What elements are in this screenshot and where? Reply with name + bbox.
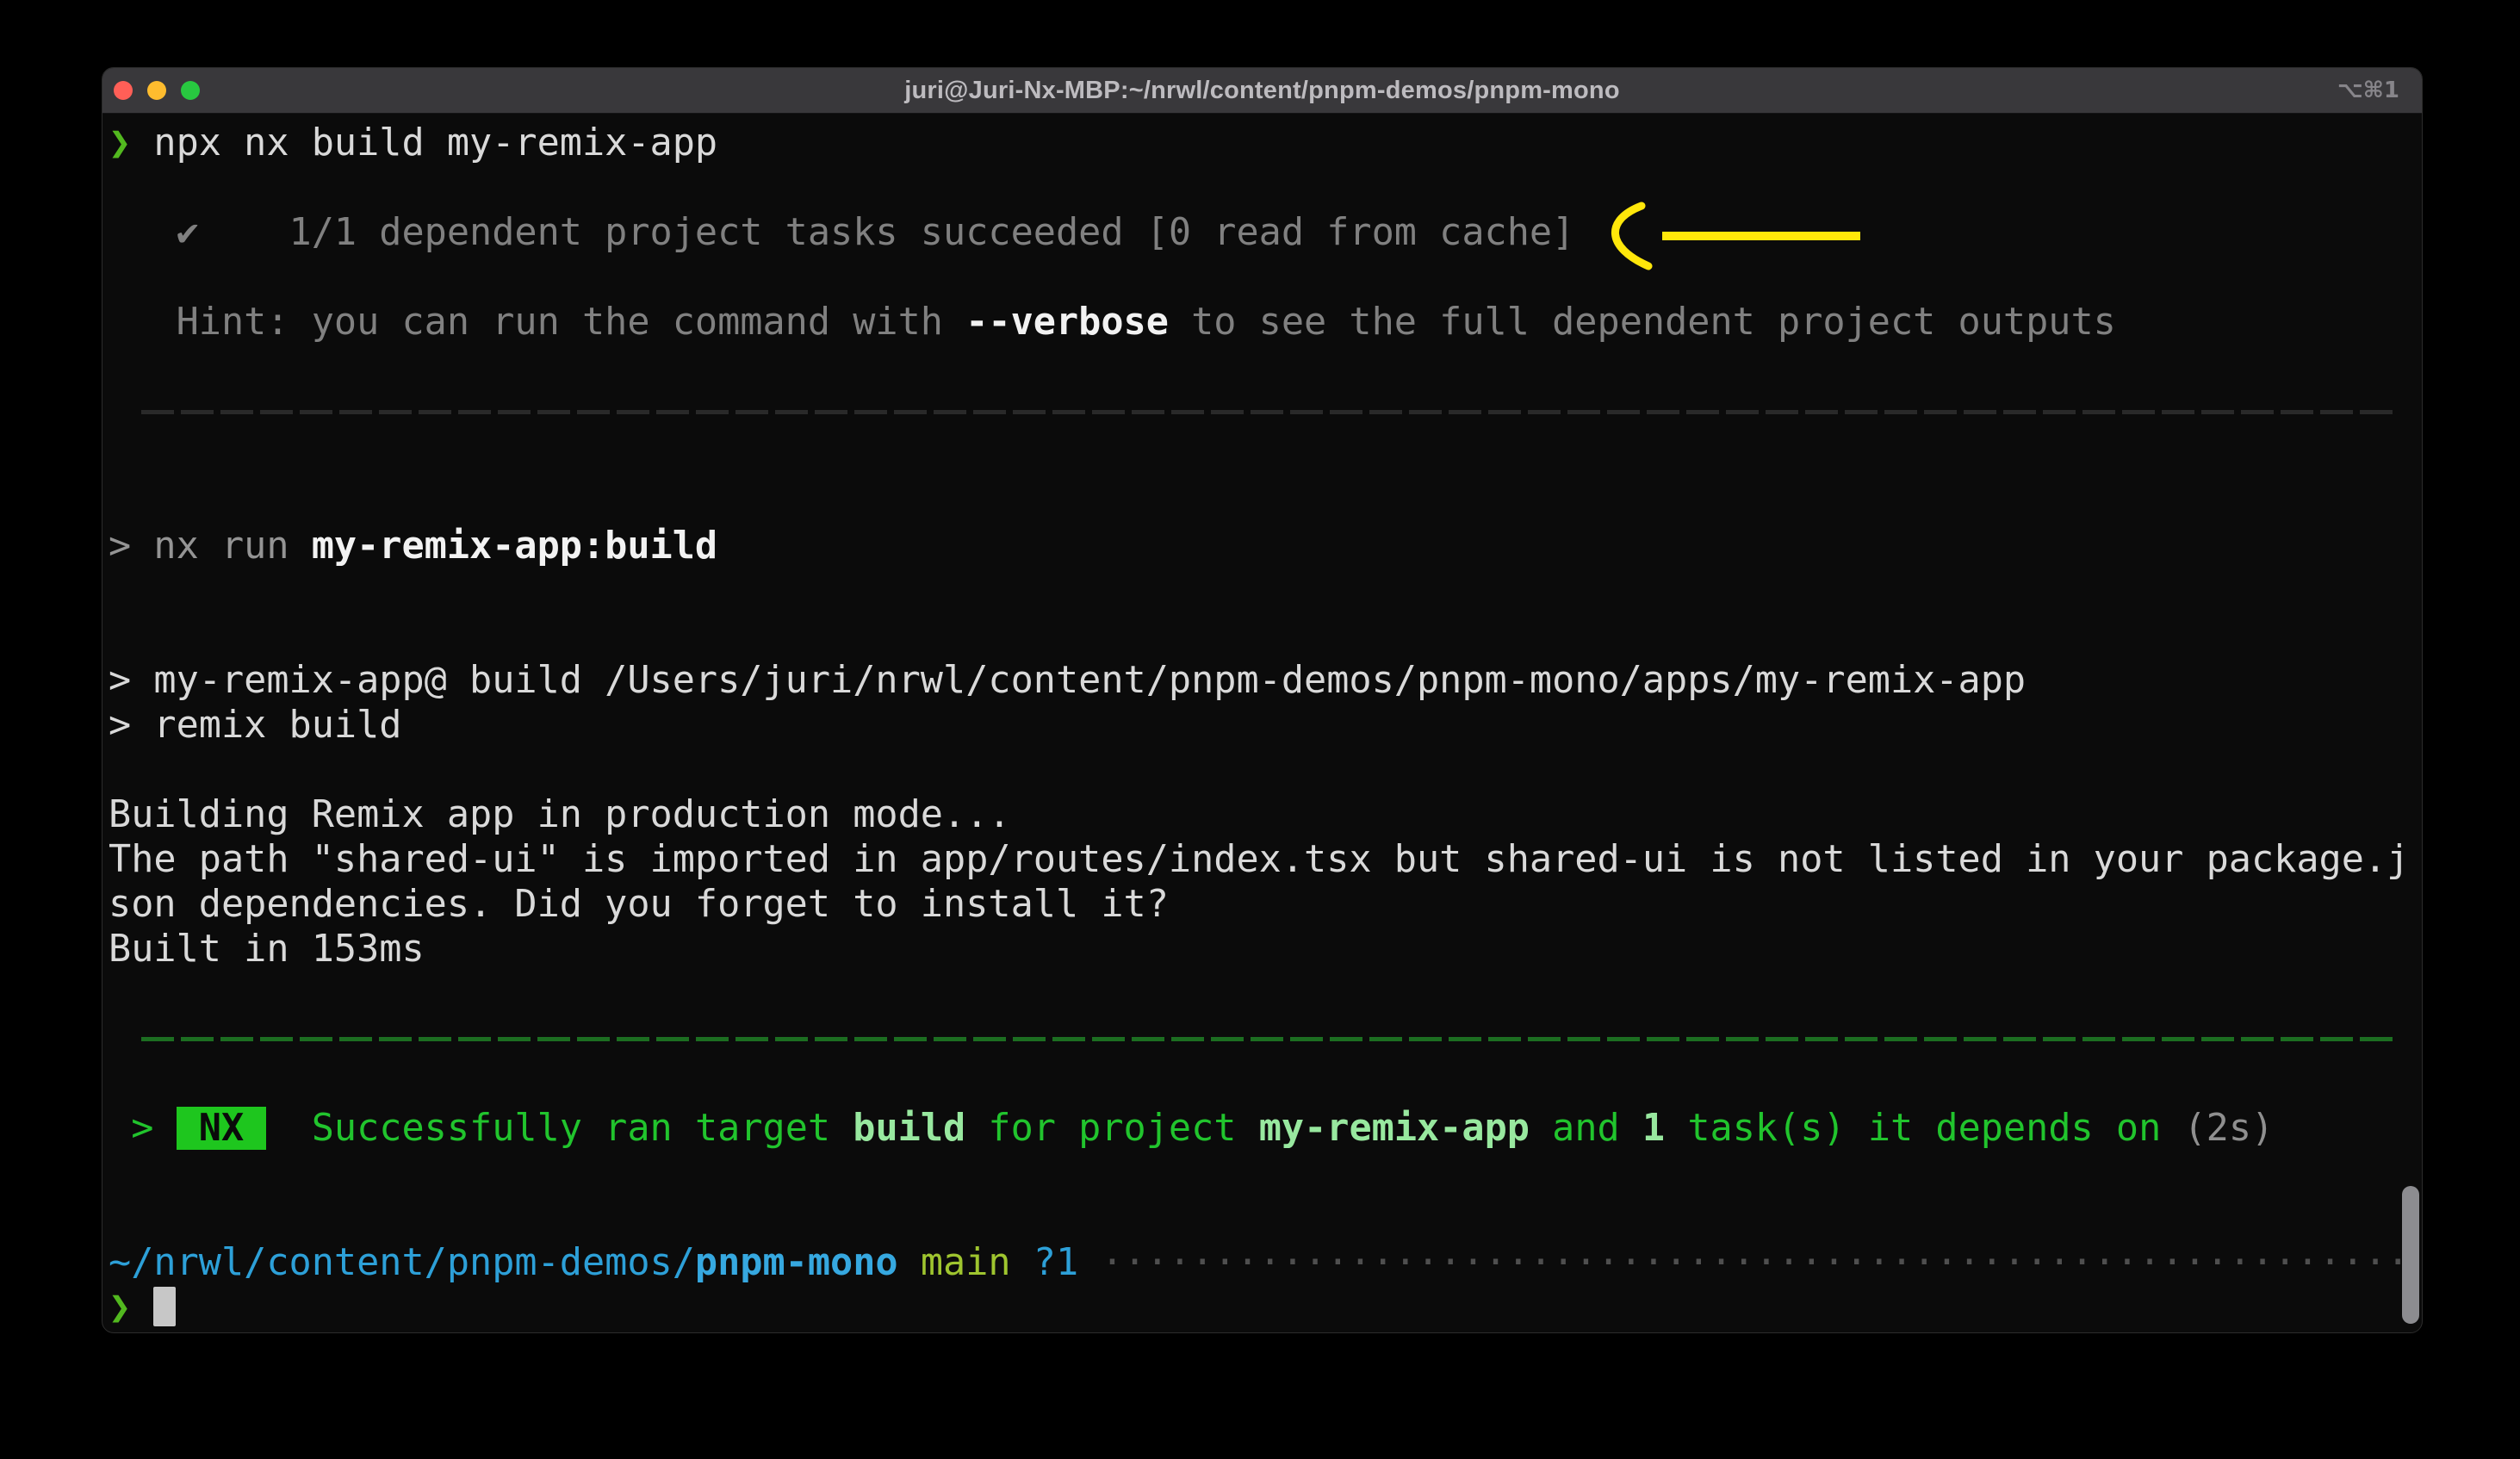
command-line: ❯ npx nx build my-remix-app <box>109 121 2413 165</box>
success-text: task(s) it depends on <box>1665 1107 2183 1150</box>
blank-line <box>109 748 2413 792</box>
build-output-line: Built in 153ms <box>109 927 2413 972</box>
git-status-count: ?1 <box>1033 1241 1102 1284</box>
success-text: and <box>1530 1107 1642 1150</box>
scrollbar-thumb[interactable] <box>2402 1186 2419 1324</box>
duration-text: (2s) <box>2183 1107 2274 1150</box>
divider-line <box>141 410 2399 414</box>
blank-line <box>109 1061 2413 1106</box>
build-output-text: The path "shared-ui" is imported in app/… <box>109 838 2409 881</box>
terminal-window: juri@Juri-Nx-MBP:~/nrwl/content/pnpm-dem… <box>102 67 2423 1333</box>
section-divider <box>109 389 2413 434</box>
build-output-line: The path "shared-ui" is imported in app/… <box>109 837 2413 882</box>
build-output-text: son dependencies. Did you forget to inst… <box>109 883 1169 926</box>
prompt-chevron-icon: ❯ <box>109 121 153 165</box>
task-summary-text: ✔ 1/1 dependent project tasks succeeded … <box>109 211 1574 254</box>
nx-run-line: > nx run my-remix-app:build <box>109 524 2413 568</box>
task-summary-line: ✔ 1/1 dependent project tasks succeeded … <box>109 210 2413 255</box>
build-output-text: Building Remix app in production mode... <box>109 793 1011 836</box>
cwd-path: ~/nrwl/content/pnpm-demos/ <box>109 1241 695 1284</box>
cwd-repo-name: pnpm-mono <box>695 1241 898 1284</box>
success-task-count: 1 <box>1642 1107 1665 1150</box>
nx-run-prefix: > nx run <box>109 525 312 568</box>
hint-text: Hint: you can run the command with <box>109 301 965 344</box>
success-text: Successfully ran target <box>266 1107 853 1150</box>
tab-shortcut-label: ⌥⌘1 <box>2337 68 2399 113</box>
success-divider <box>109 1016 2413 1061</box>
success-arrow: > <box>109 1107 177 1150</box>
success-text: for project <box>965 1107 1258 1150</box>
blank-line <box>109 479 2413 524</box>
blank-line <box>109 568 2413 613</box>
blank-line <box>109 345 2413 389</box>
remix-build-line: > remix build <box>109 703 2413 748</box>
titlebar[interactable]: juri@Juri-Nx-MBP:~/nrwl/content/pnpm-dem… <box>102 68 2422 114</box>
blank-line <box>109 165 2413 210</box>
build-output-line: son dependencies. Did you forget to inst… <box>109 882 2413 927</box>
git-branch: main <box>898 1241 1033 1284</box>
nx-run-target: my-remix-app:build <box>312 525 717 568</box>
build-output-text: Built in 153ms <box>109 928 425 971</box>
verbose-flag: --verbose <box>965 301 1169 344</box>
prompt-chevron-icon: ❯ <box>109 1286 153 1329</box>
success-line: > NX Successfully ran target build for p… <box>109 1106 2413 1151</box>
blank-line <box>109 1151 2413 1195</box>
blank-line <box>109 434 2413 479</box>
window-title: juri@Juri-Nx-MBP:~/nrwl/content/pnpm-dem… <box>102 77 2422 105</box>
blank-line <box>109 1195 2413 1240</box>
terminal-output[interactable]: ❯ npx nx build my-remix-app ✔ 1/1 depend… <box>102 114 2422 1338</box>
blank-line <box>109 972 2413 1016</box>
pkg-script-line: > my-remix-app@ build /Users/juri/nrwl/c… <box>109 658 2413 703</box>
nx-badge: NX <box>177 1107 267 1150</box>
hint-text-tail: to see the full dependent project output… <box>1169 301 2116 344</box>
blank-line <box>109 613 2413 658</box>
command-text: npx nx build my-remix-app <box>153 121 717 165</box>
success-project: my-remix-app <box>1259 1107 1530 1150</box>
shell-input-line[interactable]: ❯ <box>109 1285 2413 1330</box>
text-cursor <box>153 1287 176 1326</box>
build-output-line: Building Remix app in production mode... <box>109 792 2413 837</box>
hint-line: Hint: you can run the command with --ver… <box>109 300 2413 345</box>
success-target: build <box>853 1107 965 1150</box>
pkg-script-text: > my-remix-app@ build /Users/juri/nrwl/c… <box>109 659 2026 702</box>
prompt-fill-dots: ········································… <box>1101 1241 2409 1284</box>
blank-line <box>109 255 2413 300</box>
remix-build-text: > remix build <box>109 704 401 747</box>
divider-line-green <box>141 1037 2399 1041</box>
shell-prompt-path-line: ~/nrwl/content/pnpm-demos/pnpm-mono main… <box>109 1240 2413 1285</box>
